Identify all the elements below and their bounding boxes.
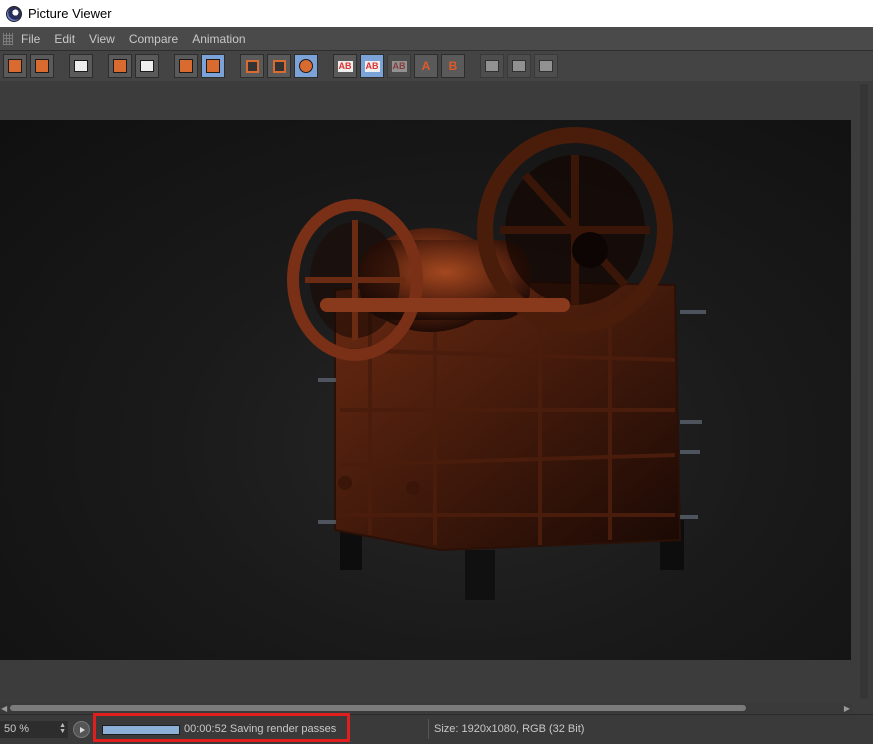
render-image — [0, 120, 851, 660]
menu-compare[interactable]: Compare — [129, 32, 178, 46]
menu-view[interactable]: View — [89, 32, 115, 46]
set-b-icon: B — [448, 59, 458, 73]
view-channels-icon — [299, 59, 313, 73]
scroll-right-icon[interactable]: ▶ — [844, 704, 850, 713]
window-title: Picture Viewer — [28, 6, 112, 21]
save-button[interactable] — [30, 54, 54, 78]
grip-icon[interactable] — [3, 32, 13, 45]
image-size-info: Size: 1920x1080, RGB (32 Bit) — [434, 723, 585, 735]
set-a-icon: A — [421, 59, 431, 73]
view-b-button[interactable] — [267, 54, 291, 78]
menu-animation[interactable]: Animation — [192, 32, 245, 46]
menu-edit[interactable]: Edit — [54, 32, 75, 46]
view-a-icon — [245, 59, 259, 73]
ab-diff-icon: AB — [391, 60, 407, 72]
open-button[interactable] — [3, 54, 27, 78]
play-icon — [80, 726, 85, 733]
jaw-crusher-render — [287, 127, 706, 600]
ab-split-button[interactable]: AB — [360, 54, 384, 78]
menu-file[interactable]: File — [21, 32, 40, 46]
render-progress-fill — [103, 726, 179, 734]
zoom-spinner-icon[interactable]: ▲ ▼ — [59, 722, 66, 735]
compare-1-icon — [485, 60, 499, 72]
render-progress-bar — [102, 725, 180, 735]
paste-button[interactable] — [201, 54, 225, 78]
compare-1-button[interactable] — [480, 54, 504, 78]
set-a-button[interactable]: A — [414, 54, 438, 78]
status-message: 00:00:52 Saving render passes — [184, 723, 337, 735]
copy-icon — [179, 59, 193, 73]
vertical-scrollbar[interactable] — [860, 84, 868, 699]
render-region-icon — [113, 59, 127, 73]
open-folder-icon — [8, 59, 22, 73]
view-a-button[interactable] — [240, 54, 264, 78]
play-button[interactable] — [73, 721, 90, 738]
compare-2-button[interactable] — [507, 54, 531, 78]
status-bar: 50 % ▲ ▼ 00:00:52 Saving render passes Si… — [0, 713, 873, 744]
user-export-button[interactable] — [135, 54, 159, 78]
viewer-canvas[interactable] — [0, 81, 873, 703]
toolbar: AB AB AB A B — [0, 51, 873, 82]
compare-3-icon — [539, 60, 553, 72]
clapboard-icon — [74, 60, 88, 72]
horizontal-scroll-thumb[interactable] — [10, 705, 746, 711]
zoom-field[interactable]: 50 % ▲ ▼ — [0, 721, 68, 738]
ab-compare-button[interactable]: AB — [333, 54, 357, 78]
ab-diff-button[interactable]: AB — [387, 54, 411, 78]
clapboard-button[interactable] — [69, 54, 93, 78]
user-export-icon — [140, 60, 154, 72]
title-bar: Picture Viewer — [0, 0, 873, 27]
compare-2-icon — [512, 60, 526, 72]
compare-3-button[interactable] — [534, 54, 558, 78]
save-icon — [35, 59, 49, 73]
menu-bar: File Edit View Compare Animation — [0, 27, 873, 51]
zoom-value: 50 % — [4, 723, 30, 735]
view-channels-button[interactable] — [294, 54, 318, 78]
render-region-button[interactable] — [108, 54, 132, 78]
ab-split-icon: AB — [364, 60, 380, 72]
app-logo-icon — [6, 5, 22, 22]
paste-icon — [206, 59, 220, 73]
scroll-left-icon[interactable]: ◀ — [1, 704, 7, 713]
copy-button[interactable] — [174, 54, 198, 78]
horizontal-scrollbar[interactable]: ◀ ▶ — [0, 703, 852, 713]
view-b-icon — [272, 59, 286, 73]
set-b-button[interactable]: B — [441, 54, 465, 78]
status-divider — [428, 719, 429, 739]
ab-compare-icon: AB — [337, 60, 353, 72]
